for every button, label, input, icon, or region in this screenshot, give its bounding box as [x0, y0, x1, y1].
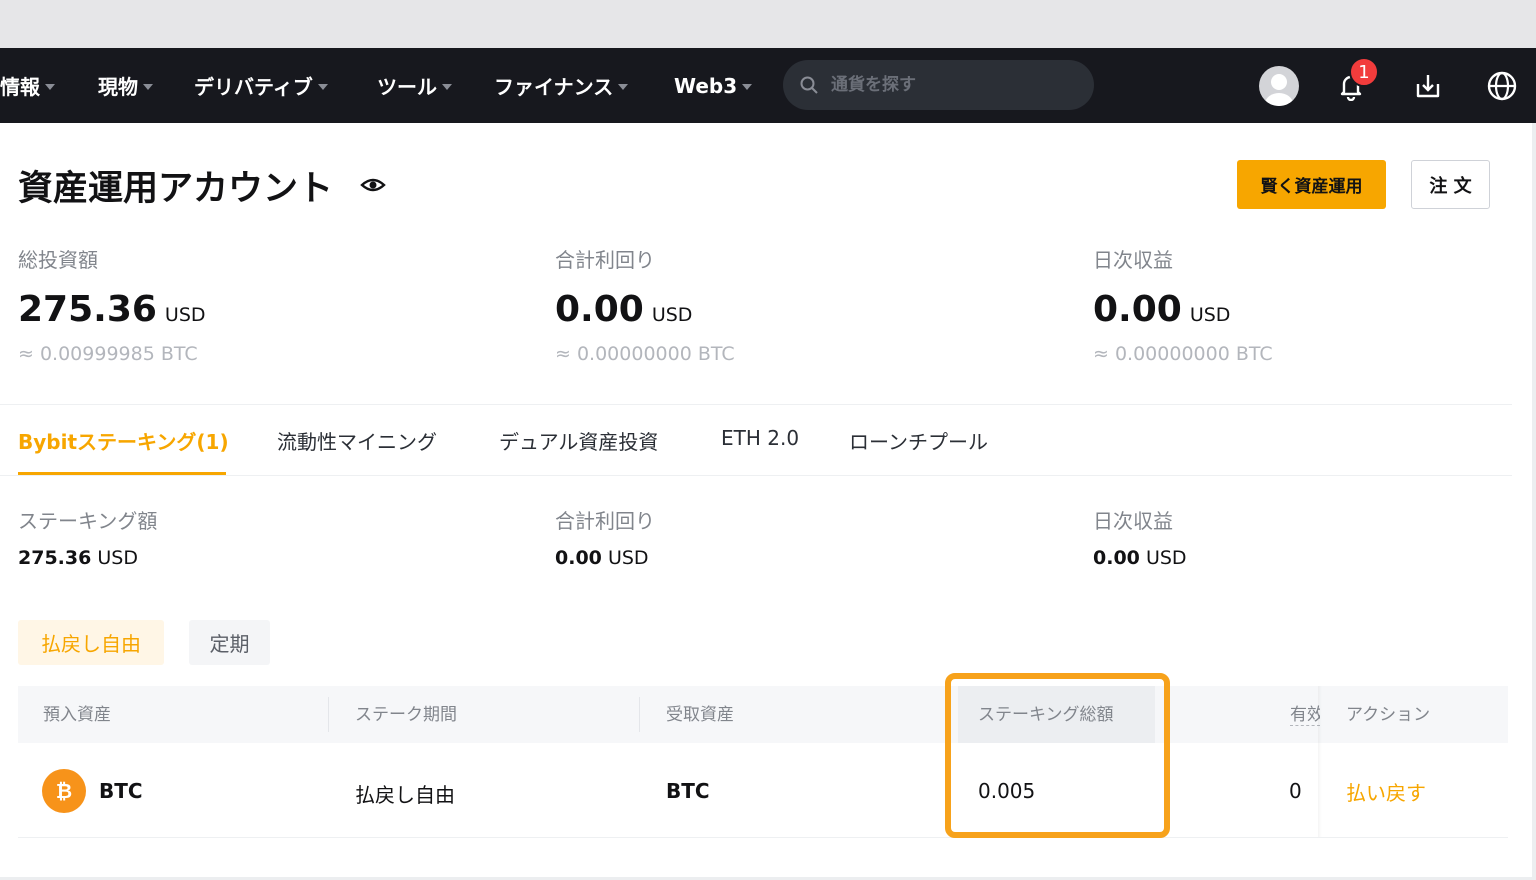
chevron-down-icon: [742, 83, 753, 90]
summary-value-daily-earnings: 0.00 USD: [1093, 547, 1187, 569]
tab-eth2[interactable]: ETH 2.0: [721, 426, 799, 450]
download-button[interactable]: [1407, 65, 1449, 107]
th-valid: 有效: [1290, 700, 1320, 726]
user-avatar-icon: [1265, 74, 1293, 106]
summary-value-total-yield: 0.00 USD: [555, 547, 649, 569]
avatar[interactable]: [1259, 66, 1299, 106]
highlight-annotation-box: [945, 673, 1170, 838]
stat-sub-daily-earnings: ≈ 0.00000000 BTC: [1093, 343, 1273, 365]
stat-sub-total-invest: ≈ 0.00999985 BTC: [18, 343, 198, 365]
stat-value-total-invest: 275.36 USD: [18, 289, 206, 330]
stat-sub-total-yield: ≈ 0.00000000 BTC: [555, 343, 735, 365]
language-button[interactable]: [1481, 65, 1523, 107]
cell-valid: 0: [1289, 779, 1302, 803]
th-action: アクション: [1346, 705, 1431, 725]
chevron-down-icon: [442, 83, 452, 90]
tab-dual-asset[interactable]: デュアル資産投資: [499, 426, 658, 455]
nav-item-spot[interactable]: 現物: [98, 48, 153, 123]
stat-value-total-yield: 0.00 USD: [555, 289, 693, 330]
btc-coin-icon: ₿: [42, 769, 86, 813]
section-divider: [0, 404, 1512, 405]
active-tab-indicator: [18, 472, 226, 475]
stat-label-total-invest: 総投資額: [18, 248, 98, 272]
orders-button[interactable]: 注 文: [1411, 160, 1490, 209]
nav-item-finance[interactable]: ファイナンス: [494, 48, 629, 123]
summary-value-staking-amount: 275.36 USD: [18, 547, 138, 569]
chevron-down-icon: [317, 83, 328, 90]
filter-flexible[interactable]: 払戻し自由: [18, 620, 164, 665]
summary-label-staking-amount: ステーキング額: [18, 509, 158, 533]
smart-invest-button[interactable]: 賢く資産運用: [1237, 160, 1386, 209]
notification-badge: 1: [1349, 57, 1379, 87]
nav-item-derivatives[interactable]: デリバティブ: [194, 48, 328, 123]
th-stake-period: ステーク期間: [355, 705, 457, 725]
chevron-down-icon: [45, 83, 55, 90]
column-separator: [639, 697, 640, 732]
stat-label-total-yield: 合計利回り: [555, 248, 655, 272]
row-divider: [18, 837, 1508, 838]
stat-value-daily-earnings: 0.00 USD: [1093, 289, 1231, 330]
tab-launchpool[interactable]: ローンチプール: [849, 426, 988, 455]
page-title: 資産運用アカウント: [18, 169, 334, 209]
nav-item-info[interactable]: 情報: [0, 48, 55, 123]
table-header: [18, 686, 1508, 743]
stat-label-daily-earnings: 日次収益: [1093, 248, 1173, 272]
th-deposit-asset: 預入資産: [43, 705, 111, 725]
column-separator: [328, 697, 329, 732]
globe-icon: [1487, 71, 1517, 101]
cell-period: 払戻し自由: [355, 783, 455, 807]
tab-bybit-staking[interactable]: Bybitステーキング(1): [18, 426, 229, 455]
download-icon: [1416, 75, 1440, 98]
search-box[interactable]: [783, 60, 1094, 110]
chevron-down-icon: [143, 83, 153, 90]
search-input[interactable]: [831, 75, 1071, 95]
redeem-link[interactable]: 払い戻す: [1346, 777, 1426, 806]
tabs-divider: [0, 475, 1512, 476]
search-icon: [800, 76, 818, 94]
summary-label-daily-earnings: 日次収益: [1093, 509, 1173, 533]
sticky-column-shadow: [1318, 686, 1322, 837]
scrollbar-track: [1532, 123, 1536, 880]
browser-top-strip: [0, 0, 1536, 48]
nav-item-tools[interactable]: ツール: [377, 48, 452, 123]
cell-asset: BTC: [99, 779, 143, 803]
chevron-down-icon: [618, 83, 629, 90]
summary-label-total-yield: 合計利回り: [555, 509, 655, 533]
top-navbar: 情報 現物 デリバティブ ツール ファイナンス Web3 1: [0, 48, 1536, 123]
th-receive-asset: 受取資産: [666, 705, 734, 725]
nav-item-web3[interactable]: Web3: [674, 48, 753, 123]
filter-fixed[interactable]: 定期: [189, 620, 270, 665]
eye-icon[interactable]: [360, 172, 386, 198]
tab-liquidity-mining[interactable]: 流動性マイニング: [277, 426, 437, 455]
cell-receive-asset: BTC: [666, 779, 710, 803]
